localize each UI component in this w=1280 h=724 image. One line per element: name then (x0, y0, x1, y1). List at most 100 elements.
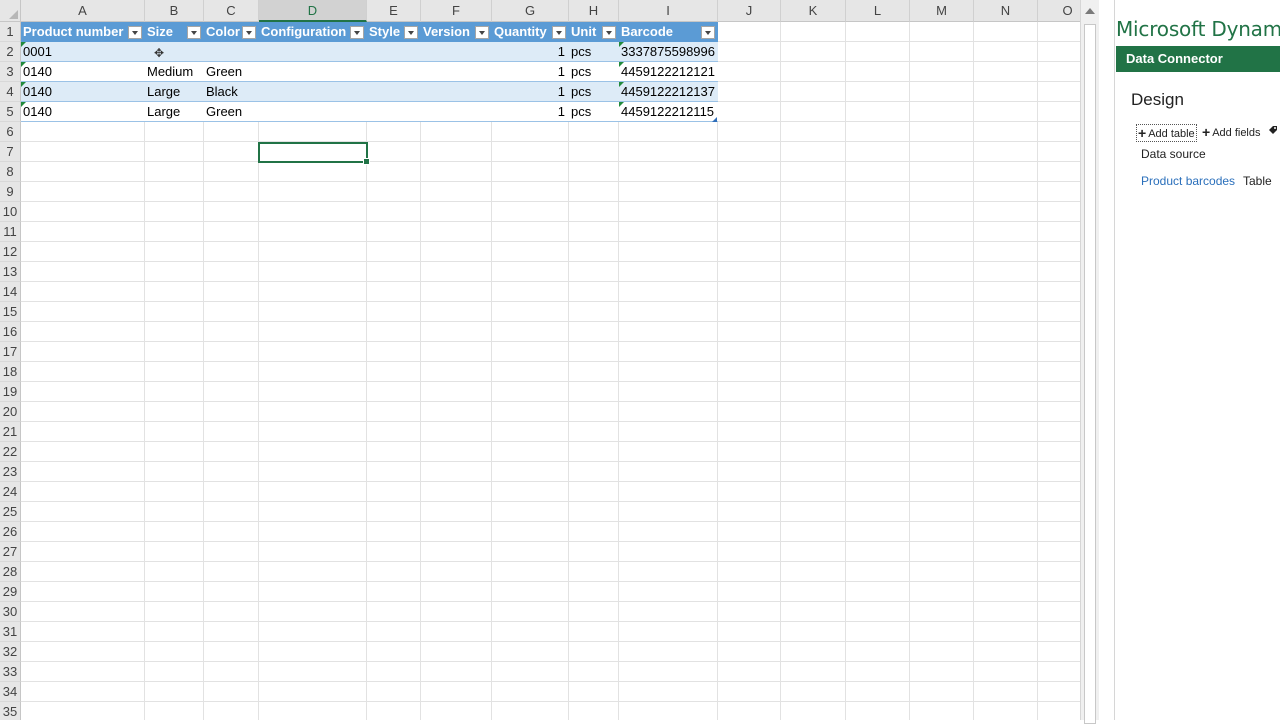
cell[interactable] (569, 202, 619, 222)
cell[interactable] (846, 382, 910, 402)
table-cell[interactable]: 1 (492, 82, 569, 102)
table-cell[interactable] (367, 62, 421, 82)
cell[interactable] (781, 62, 846, 82)
cell[interactable] (974, 602, 1038, 622)
table-cell[interactable] (204, 42, 259, 62)
cell[interactable] (1038, 62, 1080, 82)
cell[interactable] (367, 142, 421, 162)
cell[interactable] (1038, 162, 1080, 182)
cell[interactable] (204, 182, 259, 202)
cell[interactable] (974, 482, 1038, 502)
cell[interactable] (259, 262, 367, 282)
cell[interactable] (846, 142, 910, 162)
table-cell[interactable]: pcs (569, 82, 619, 102)
cell[interactable] (910, 422, 974, 442)
table-cell[interactable] (421, 102, 492, 122)
cell[interactable] (259, 662, 367, 682)
cell[interactable] (569, 502, 619, 522)
cell[interactable] (781, 82, 846, 102)
cell[interactable] (21, 402, 145, 422)
cell[interactable] (1038, 202, 1080, 222)
cell[interactable] (259, 282, 367, 302)
cell[interactable] (204, 502, 259, 522)
cell[interactable] (259, 442, 367, 462)
cell[interactable] (974, 222, 1038, 242)
cell[interactable] (1038, 402, 1080, 422)
cell[interactable] (145, 502, 204, 522)
cell[interactable] (569, 522, 619, 542)
cell[interactable] (492, 242, 569, 262)
row-header-29[interactable]: 29 (0, 582, 21, 602)
column-header-j[interactable]: J (718, 0, 781, 22)
row-header-27[interactable]: 27 (0, 542, 21, 562)
cell[interactable] (846, 642, 910, 662)
cell[interactable] (619, 462, 718, 482)
row-header-28[interactable]: 28 (0, 562, 21, 582)
cell[interactable] (718, 442, 781, 462)
cell[interactable] (492, 702, 569, 720)
cell[interactable] (421, 382, 492, 402)
cell[interactable] (145, 462, 204, 482)
table-resize-handle[interactable] (712, 117, 717, 122)
cell[interactable] (974, 682, 1038, 702)
column-header-n[interactable]: N (974, 0, 1038, 22)
cell[interactable] (846, 42, 910, 62)
cell[interactable] (204, 142, 259, 162)
cell[interactable] (421, 502, 492, 522)
cell[interactable] (145, 362, 204, 382)
cell[interactable] (204, 662, 259, 682)
cell[interactable] (367, 702, 421, 720)
cell[interactable] (910, 442, 974, 462)
cell[interactable] (718, 302, 781, 322)
cell[interactable] (367, 202, 421, 222)
cell[interactable] (367, 482, 421, 502)
cell[interactable] (21, 242, 145, 262)
cell[interactable] (846, 182, 910, 202)
cell[interactable] (421, 142, 492, 162)
cell[interactable] (367, 662, 421, 682)
cell[interactable] (421, 122, 492, 142)
cell[interactable] (619, 682, 718, 702)
cell[interactable] (204, 622, 259, 642)
add-table-button[interactable]: + Add table (1136, 124, 1197, 142)
cell[interactable] (974, 702, 1038, 720)
row-header-18[interactable]: 18 (0, 362, 21, 382)
cell[interactable] (910, 462, 974, 482)
cell[interactable] (619, 122, 718, 142)
cell[interactable] (569, 482, 619, 502)
cell[interactable] (145, 602, 204, 622)
cell[interactable] (781, 462, 846, 482)
table-cell[interactable]: 4459122212115 (619, 102, 718, 122)
cell[interactable] (781, 562, 846, 582)
cell[interactable] (367, 382, 421, 402)
cell[interactable] (974, 522, 1038, 542)
cell[interactable] (846, 582, 910, 602)
cell[interactable] (21, 322, 145, 342)
cell[interactable] (421, 302, 492, 322)
table-cell[interactable]: 3337875598996 (619, 42, 718, 62)
cell[interactable] (781, 362, 846, 382)
filter-dropdown-icon[interactable] (475, 26, 489, 39)
cell[interactable] (781, 102, 846, 122)
cell[interactable] (1038, 422, 1080, 442)
table-cell[interactable] (421, 42, 492, 62)
column-header-f[interactable]: F (421, 0, 492, 22)
cell[interactable] (718, 522, 781, 542)
cell[interactable] (846, 362, 910, 382)
cell[interactable] (619, 482, 718, 502)
cell[interactable] (718, 402, 781, 422)
filter-dropdown-icon[interactable] (242, 26, 256, 39)
table-cell[interactable] (367, 42, 421, 62)
cell[interactable] (145, 702, 204, 720)
cell[interactable] (781, 642, 846, 662)
cell[interactable] (421, 482, 492, 502)
cell[interactable] (1038, 462, 1080, 482)
cell[interactable] (910, 22, 974, 42)
cell[interactable] (718, 542, 781, 562)
cell[interactable] (421, 522, 492, 542)
cell[interactable] (367, 502, 421, 522)
cell[interactable] (781, 602, 846, 622)
cell[interactable] (204, 282, 259, 302)
row-header-31[interactable]: 31 (0, 622, 21, 642)
cell[interactable] (145, 582, 204, 602)
